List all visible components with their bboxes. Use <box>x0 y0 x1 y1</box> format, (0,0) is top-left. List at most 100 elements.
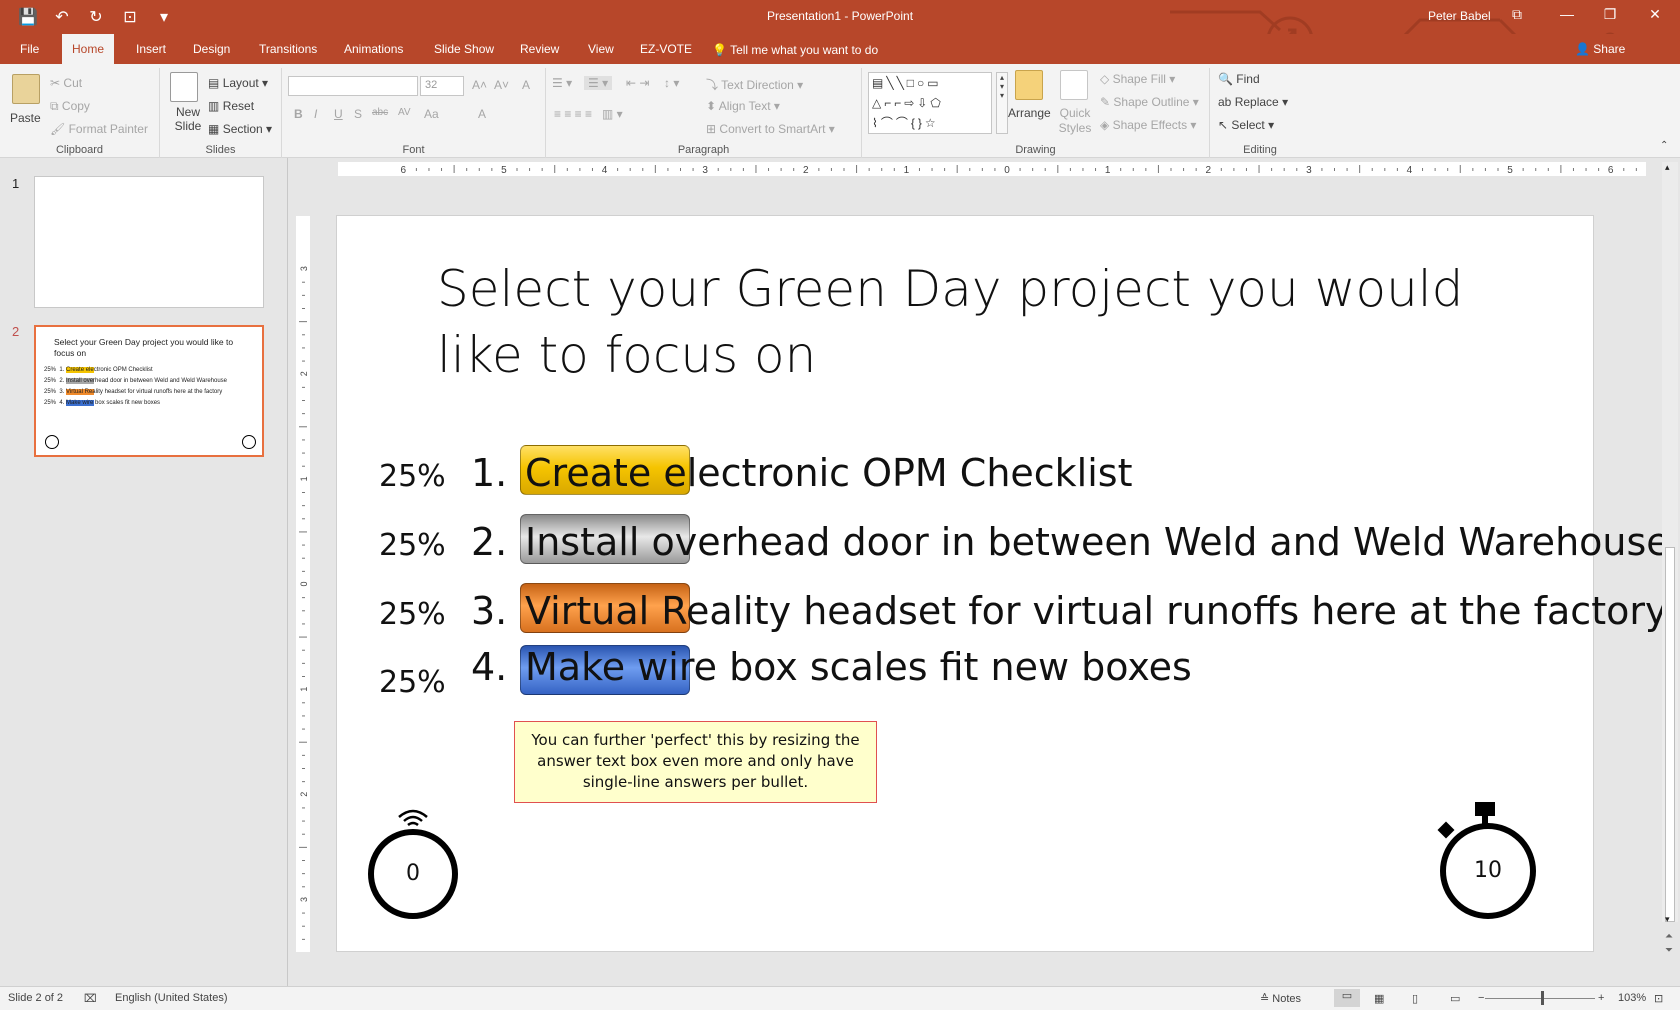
close-button[interactable]: ✕ <box>1640 6 1670 23</box>
shrink-font-button[interactable]: A˅ <box>494 78 509 92</box>
share-button[interactable]: 👤 Share <box>1575 42 1625 56</box>
reset-button[interactable]: ▥ Reset <box>208 99 254 113</box>
ruler-label: 3 <box>1306 165 1312 176</box>
restore-button[interactable]: ❐ <box>1595 6 1625 23</box>
reading-view-icon[interactable]: ▯ <box>1412 992 1418 1005</box>
tab-file[interactable]: File <box>10 34 49 64</box>
shapes-gallery[interactable]: ▤╲╲□○▭ △⌐⌐⇨⇩⬠ ⌇⌒⌒{}☆ <box>868 72 992 134</box>
convert-smartart-button[interactable]: ⊞ Convert to SmartArt ▾ <box>706 122 835 136</box>
arrange-button[interactable]: Arrange <box>1008 106 1051 120</box>
replace-button[interactable]: ab Replace ▾ <box>1218 95 1288 109</box>
ruler-tick <box>478 168 480 171</box>
tip-note-box[interactable]: You can further 'perfect' this by resizi… <box>514 721 877 803</box>
select-button[interactable]: ↖ Select ▾ <box>1218 118 1274 132</box>
format-painter-button[interactable]: 🖌 Format Painter <box>50 122 148 136</box>
quick-styles-icon[interactable] <box>1060 70 1088 100</box>
italic-button[interactable]: I <box>314 107 317 121</box>
paste-button[interactable]: Paste <box>10 111 41 125</box>
font-label: Font <box>402 144 425 156</box>
new-slide-icon[interactable] <box>170 72 198 102</box>
normal-view-icon[interactable]: ▭ <box>1334 989 1360 1007</box>
ruler-tick <box>1271 168 1273 171</box>
shape-fill-button[interactable]: ◇ Shape Fill ▾ <box>1100 72 1175 86</box>
collapse-ribbon-icon[interactable]: ⌃ <box>1660 140 1668 151</box>
font-name-input[interactable] <box>288 76 418 96</box>
scroll-up-icon[interactable]: ▴ <box>1665 162 1670 173</box>
slide-canvas[interactable]: Select your Green Day project you would … <box>336 215 1670 952</box>
spellcheck-icon[interactable]: ⌧ <box>84 992 97 1005</box>
line-spacing-icon[interactable]: ↕ ▾ <box>664 76 679 90</box>
paragraph-label: Paragraph <box>677 144 730 156</box>
bold-button[interactable]: B <box>294 107 303 121</box>
slide-title[interactable]: Select your Green Day project you would … <box>437 256 1537 388</box>
clear-formatting-icon[interactable]: A <box>522 78 530 92</box>
change-case-button[interactable]: Aa <box>424 107 439 121</box>
shapes-gallery-scroll[interactable]: ▴ ▾ ▾ <box>996 72 1008 134</box>
font-color-button[interactable]: A <box>478 107 486 121</box>
quick-styles-button[interactable]: Quick Styles <box>1055 106 1095 136</box>
fit-slide-icon[interactable]: ⊡ <box>1654 992 1663 1005</box>
layout-button[interactable]: ▤ Layout ▾ <box>208 76 268 90</box>
find-button[interactable]: 🔍 Find <box>1218 72 1260 86</box>
tab-view[interactable]: View <box>578 34 624 64</box>
scrollbar-thumb[interactable] <box>1665 547 1675 922</box>
stopwatch-icon[interactable]: 10 <box>1440 823 1536 919</box>
ribbon-display-options-button[interactable]: ⧉ <box>1502 6 1532 23</box>
text-direction-button[interactable]: ⤵ Text Direction ▾ <box>706 76 803 93</box>
zoom-level[interactable]: 103% <box>1618 992 1646 1004</box>
slide-thumbnail-1[interactable] <box>34 176 264 308</box>
slide-show-icon[interactable]: ▭ <box>1450 992 1460 1005</box>
align-icons[interactable]: ≡ ≡ ≡ ≡ ▥ ▾ <box>554 107 623 121</box>
response-counter-icon[interactable]: 0 <box>368 829 458 919</box>
grow-font-button[interactable]: A˄ <box>472 78 487 92</box>
new-slide-button[interactable]: New Slide <box>168 105 208 133</box>
numbering-icon[interactable]: ☰ ▾ <box>584 76 613 90</box>
underline-button[interactable]: U <box>334 107 343 121</box>
tab-transitions[interactable]: Transitions <box>249 34 327 64</box>
ruler-tick <box>1195 168 1197 171</box>
tab-animations[interactable]: Animations <box>334 34 413 64</box>
ruler-tick <box>843 168 845 171</box>
slide-thumbnail-2[interactable]: Select your Green Day project you would … <box>34 325 264 457</box>
shape-outline-button[interactable]: ✎ Shape Outline ▾ <box>1100 95 1199 109</box>
tab-insert[interactable]: Insert <box>126 34 176 64</box>
zoom-out-icon[interactable]: − <box>1478 992 1484 1004</box>
tab-slide-show[interactable]: Slide Show <box>424 34 504 64</box>
ribbon: Paste ✂ Cut ⧉ Copy 🖌 Format Painter Clip… <box>0 64 1680 158</box>
scroll-down-icon[interactable]: ▾ <box>1665 914 1670 925</box>
tab-home[interactable]: Home <box>62 34 115 64</box>
prev-next-slide-icons[interactable]: ⏶ ⏷ <box>1665 930 1673 958</box>
shape-effects-button[interactable]: ◈ Shape Effects ▾ <box>1100 118 1196 132</box>
language-indicator[interactable]: English (United States) <box>115 992 228 1004</box>
align-text-button[interactable]: ⬍ Align Text ▾ <box>706 99 780 113</box>
ruler-tick <box>302 886 305 888</box>
ruler-tick <box>755 165 757 173</box>
strikethrough-button[interactable]: abc <box>372 107 388 118</box>
bullets-icon[interactable]: ☰ ▾ <box>552 76 572 90</box>
tab-design[interactable]: Design <box>183 34 240 64</box>
arrange-icon[interactable] <box>1015 70 1043 100</box>
ruler-tick <box>299 741 307 743</box>
minimize-button[interactable]: — <box>1552 6 1582 22</box>
user-name[interactable]: Peter Babel <box>1428 9 1491 23</box>
slide-sorter-icon[interactable]: ▦ <box>1374 992 1384 1005</box>
font-size-input[interactable]: 32 <box>420 76 464 96</box>
ruler-tick <box>1082 168 1084 171</box>
tab-ez-vote[interactable]: EZ-VOTE <box>630 34 702 64</box>
vertical-scrollbar[interactable]: ▴ ▾ <box>1662 162 1678 925</box>
zoom-slider[interactable] <box>1485 998 1595 999</box>
section-button[interactable]: ▦ Section ▾ <box>208 122 272 136</box>
tell-me-search[interactable]: 💡 Tell me what you want to do <box>712 43 878 57</box>
cut-button[interactable]: ✂ Cut <box>50 76 82 90</box>
paste-icon[interactable] <box>12 74 40 104</box>
notes-button[interactable]: ≙ Notes <box>1260 992 1301 1005</box>
shadow-button[interactable]: S <box>354 107 362 121</box>
indent-icon[interactable]: ⇤ ⇥ <box>626 76 649 90</box>
zoom-in-icon[interactable]: + <box>1598 992 1604 1004</box>
answer-text: Virtual Reality headset for virtual runo… <box>525 589 1668 633</box>
zoom-slider-knob[interactable] <box>1541 991 1544 1005</box>
ruler-tick <box>1346 168 1348 171</box>
character-spacing-button[interactable]: AV <box>398 107 411 118</box>
tab-review[interactable]: Review <box>510 34 569 64</box>
copy-button[interactable]: ⧉ Copy <box>50 99 90 114</box>
